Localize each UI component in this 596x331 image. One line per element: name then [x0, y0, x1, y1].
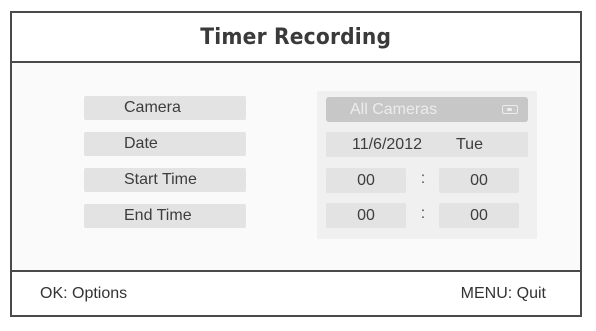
end-hour-field[interactable]: 00	[326, 203, 406, 228]
camera-icon	[502, 105, 518, 114]
values-panel: All Cameras 11/6/2012 Tue 00 : 00 00 : 0…	[317, 91, 537, 239]
title-bar: Timer Recording	[12, 13, 580, 63]
day-of-week: Tue	[456, 135, 483, 153]
field-labels: Camera Date Start Time End Time	[84, 96, 246, 240]
end-minute-field[interactable]: 00	[439, 203, 519, 228]
start-time-row: 00 : 00	[326, 168, 528, 193]
camera-select[interactable]: All Cameras	[326, 97, 528, 122]
start-time-separator: :	[420, 170, 426, 187]
end-time-separator: :	[420, 205, 426, 222]
start-hour-field[interactable]: 00	[326, 168, 406, 193]
date-field[interactable]: 11/6/2012 Tue	[326, 132, 528, 157]
timer-recording-dialog: Timer Recording Camera Date Start Time E…	[10, 11, 582, 317]
end-time-label: End Time	[84, 204, 246, 228]
camera-select-value: All Cameras	[350, 100, 438, 118]
menu-quit-hint: MENU: Quit	[460, 285, 546, 302]
start-time-label: Start Time	[84, 168, 246, 192]
settings-area: Camera Date Start Time End Time All Came…	[12, 63, 580, 270]
end-time-row: 00 : 00	[326, 203, 528, 228]
date-label: Date	[84, 132, 246, 156]
ok-options-hint: OK: Options	[40, 285, 128, 302]
start-minute-field[interactable]: 00	[439, 168, 519, 193]
date-value: 11/6/2012	[352, 135, 422, 153]
page-title: Timer Recording	[200, 24, 392, 50]
camera-label: Camera	[84, 96, 246, 120]
footer-bar: OK: Options MENU: Quit	[12, 270, 580, 317]
